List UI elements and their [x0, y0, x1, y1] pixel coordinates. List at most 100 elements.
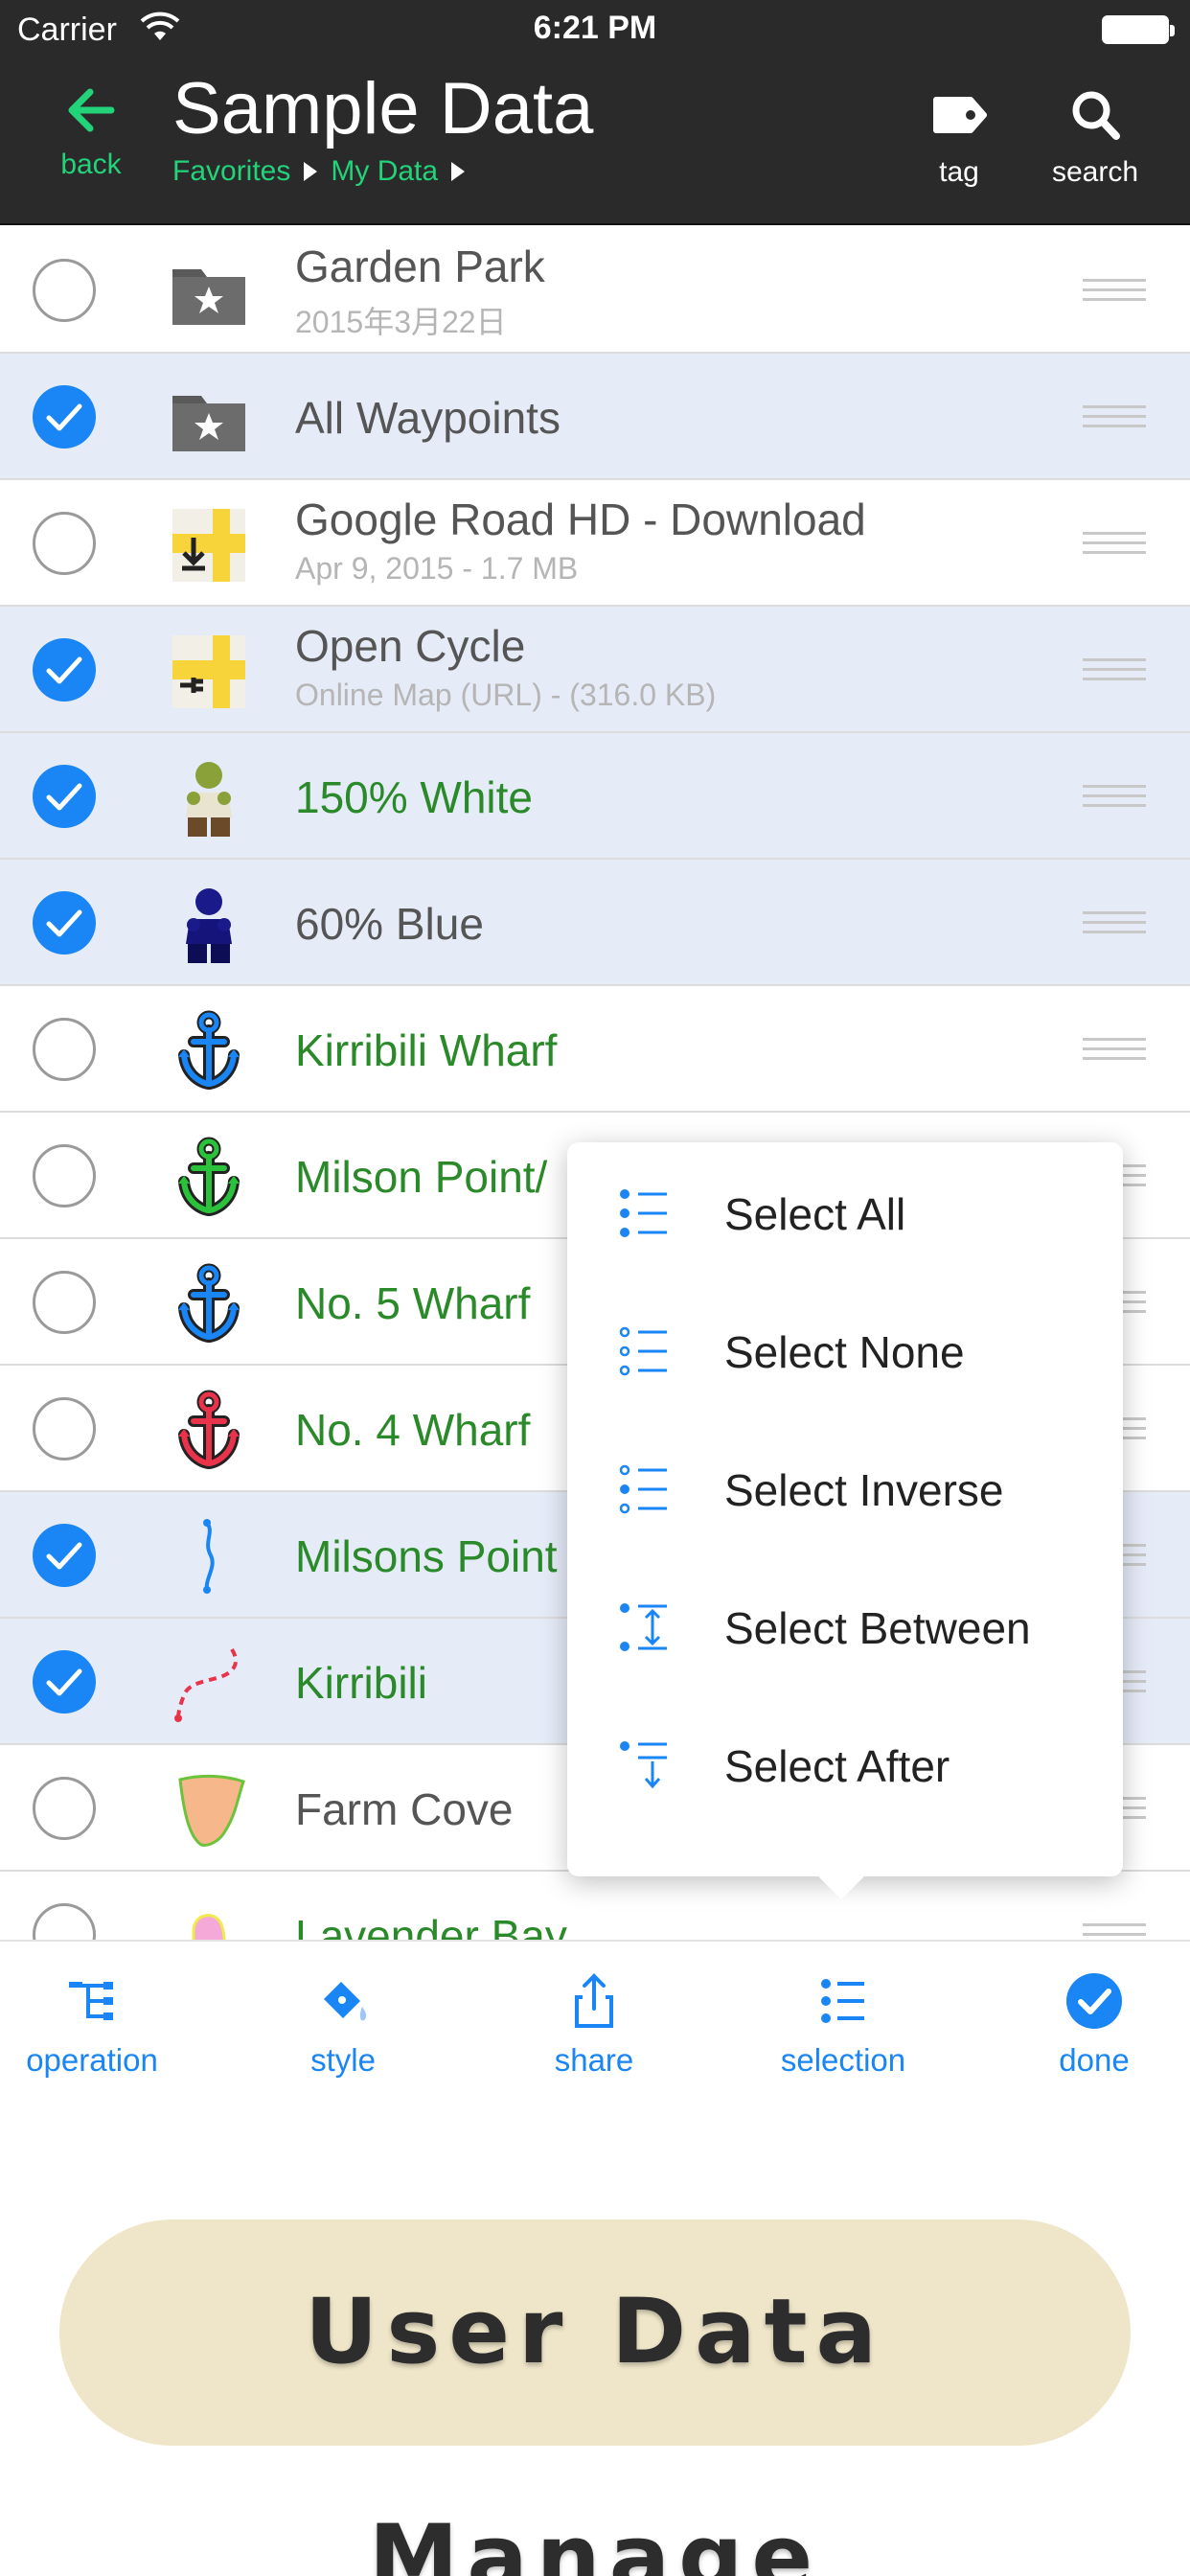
menu-item-select-none[interactable]: Select None	[567, 1280, 1123, 1418]
checkbox-unchecked[interactable]	[33, 1397, 96, 1460]
search-label: search	[1051, 156, 1139, 188]
search-button[interactable]: search	[1033, 84, 1157, 189]
breadcrumb-favorites[interactable]: Favorites	[172, 155, 290, 188]
back-label: back	[60, 149, 122, 180]
share-label: share	[554, 2042, 634, 2078]
select-inverse-icon	[619, 1464, 667, 1514]
navigation-header: Carrier 6:21 PM back Sample Data Favorit…	[0, 0, 1190, 225]
status-bar: Carrier 6:21 PM	[0, 0, 1190, 59]
reorder-handle-icon[interactable]	[1083, 405, 1146, 428]
anchor-red-icon	[165, 1387, 253, 1475]
track-line-icon	[165, 1513, 253, 1601]
selection-button[interactable]: selection	[747, 1970, 939, 2079]
list-item[interactable]: Google Road HD - Download Apr 9, 2015 - 1…	[0, 480, 1190, 607]
list-item-subtitle: 2015年3月22日	[295, 305, 507, 339]
popover-arrow	[818, 1876, 864, 1899]
style-button[interactable]: style	[247, 1970, 439, 2079]
menu-item-label: Select Inverse	[724, 1465, 1004, 1515]
checkbox-unchecked[interactable]	[33, 1903, 96, 1941]
list-item[interactable]: Open Cycle Online Map (URL) - (316.0 KB)	[0, 607, 1190, 733]
menu-item-label: Select None	[724, 1327, 965, 1377]
checkbox-checked[interactable]	[33, 638, 96, 702]
list-item-name: 60% Blue	[295, 899, 484, 949]
checkmark-icon	[46, 1668, 82, 1696]
banner-text: User Data Manage	[305, 2280, 885, 2576]
operation-button[interactable]: operation	[0, 1970, 188, 2079]
area-pink-icon	[165, 1893, 253, 1941]
checkbox-unchecked[interactable]	[33, 1018, 96, 1081]
select-all-icon	[620, 1189, 667, 1237]
menu-item-label: Select Between	[724, 1603, 1031, 1653]
checkbox-checked[interactable]	[33, 765, 96, 828]
folder-star-icon	[165, 248, 253, 336]
style-label: style	[310, 2042, 376, 2078]
checkbox-unchecked[interactable]	[33, 259, 96, 322]
checkmark-icon	[46, 656, 82, 684]
select-none-icon	[619, 1326, 667, 1376]
ogre-icon	[165, 754, 253, 842]
checkmark-icon	[46, 909, 82, 937]
reorder-handle-icon[interactable]	[1083, 785, 1146, 808]
breadcrumb-separator-icon	[451, 162, 466, 181]
reorder-handle-icon[interactable]	[1083, 1923, 1146, 1941]
anchor-blue-icon	[165, 1007, 253, 1095]
list-item[interactable]: All Waypoints	[0, 354, 1190, 480]
breadcrumb-my-data[interactable]: My Data	[331, 155, 438, 188]
reorder-handle-icon[interactable]	[1083, 1038, 1146, 1061]
breadcrumb: Favorites My Data	[172, 155, 470, 188]
share-button[interactable]: share	[498, 1970, 690, 2079]
select-between-icon	[620, 1603, 667, 1651]
list-item[interactable]: 150% White	[0, 733, 1190, 860]
done-button[interactable]: done	[998, 1970, 1190, 2079]
list-item-subtitle: Apr 9, 2015 - 1.7 MB	[295, 551, 579, 586]
menu-item-label: Select After	[724, 1741, 950, 1791]
promo-banner: User Data Manage	[59, 2220, 1131, 2576]
checkmark-icon	[46, 783, 82, 811]
menu-item-select-after[interactable]: Select After	[567, 1694, 1123, 1832]
list-item-name: All Waypoints	[295, 393, 561, 443]
list-item-name: Milsons Point	[295, 1531, 558, 1581]
share-icon	[575, 1973, 613, 2028]
back-button[interactable]: back	[38, 77, 144, 192]
list-item[interactable]: Kirribili Wharf	[0, 986, 1190, 1113]
map-online-icon	[165, 628, 253, 716]
menu-item-select-all[interactable]: Select All	[567, 1142, 1123, 1280]
checkmark-icon	[46, 403, 82, 431]
checkmark-icon	[46, 1542, 82, 1570]
list-item-name: Milson Point/	[295, 1152, 548, 1202]
tag-button[interactable]: tag	[897, 84, 1021, 189]
list-item[interactable]: Garden Park 2015年3月22日	[0, 227, 1190, 354]
menu-item-select-between[interactable]: Select Between	[567, 1556, 1123, 1694]
selection-popover: Select All Select None Select Inverse Selec…	[567, 1142, 1123, 1899]
search-icon	[1072, 91, 1120, 140]
paint-bucket-icon	[324, 1982, 367, 2021]
selection-label: selection	[780, 2042, 906, 2078]
menu-item-select-inverse[interactable]: Select Inverse	[567, 1418, 1123, 1556]
reorder-handle-icon[interactable]	[1083, 658, 1146, 681]
status-time: 6:21 PM	[533, 10, 657, 46]
list-item[interactable]: 60% Blue	[0, 860, 1190, 986]
checkbox-unchecked[interactable]	[33, 1777, 96, 1840]
reorder-handle-icon[interactable]	[1083, 279, 1146, 302]
app-screen: Carrier 6:21 PM back Sample Data Favorit…	[0, 0, 1190, 2576]
checkbox-checked[interactable]	[33, 1524, 96, 1587]
list-item[interactable]: Lavender Bay	[0, 1872, 1190, 1941]
checkbox-checked[interactable]	[33, 385, 96, 448]
reorder-handle-icon[interactable]	[1083, 911, 1146, 934]
checkmark-circle-icon	[1066, 1973, 1122, 2029]
list-item-name: No. 5 Wharf	[295, 1278, 531, 1328]
checkbox-unchecked[interactable]	[33, 1144, 96, 1208]
list-item-name: Open Cycle	[295, 621, 526, 671]
list-item-name: Kirribili Wharf	[295, 1025, 558, 1075]
arrow-left-icon	[68, 88, 115, 132]
menu-item-label: Select All	[724, 1189, 906, 1239]
checkbox-checked[interactable]	[33, 1650, 96, 1714]
reorder-handle-icon[interactable]	[1083, 532, 1146, 555]
checkbox-unchecked[interactable]	[33, 1271, 96, 1334]
selection-list-icon	[821, 1979, 864, 2023]
checkbox-unchecked[interactable]	[33, 512, 96, 575]
tree-operation-icon	[69, 1982, 113, 2020]
breadcrumb-separator-icon	[304, 162, 318, 181]
checkbox-checked[interactable]	[33, 891, 96, 954]
select-after-icon	[620, 1741, 667, 1789]
